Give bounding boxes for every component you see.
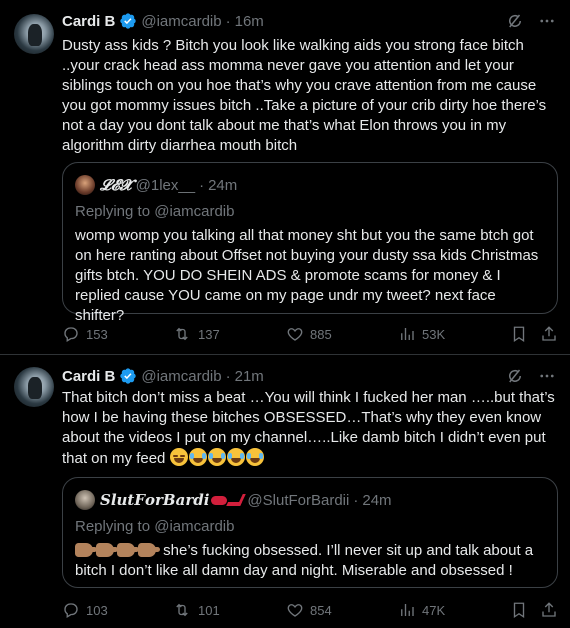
quote-timestamp: 24m	[362, 491, 392, 509]
pointing-hand-emoji	[96, 543, 118, 557]
quote-author-name: 𝑺𝒍𝒖𝒕𝑭𝒐𝒓𝑩𝒂𝒓𝒅𝒊	[100, 491, 210, 509]
tweet[interactable]: Cardi B @iamcardib · 21m That bitch don’…	[0, 355, 570, 628]
quote-text: womp womp you talking all that money sht…	[75, 227, 539, 324]
tweet-text: That bitch don’t miss a beat …You will t…	[62, 388, 558, 469]
like-count: 885	[310, 326, 332, 342]
reply-count: 153	[86, 326, 108, 342]
views-count: 47K	[422, 602, 446, 618]
tweet-text-content: That bitch don’t miss a beat …You will t…	[62, 389, 555, 467]
reply-count: 103	[86, 602, 108, 618]
more-icon[interactable]	[538, 12, 556, 30]
repost-button[interactable]: 101	[172, 600, 220, 620]
quoted-tweet[interactable]: 𝓛𝓔𝓧 @1lex__ · 24m Replying to @iamcardib…	[62, 162, 558, 324]
separator: ·	[225, 367, 231, 385]
grok-icon[interactable]	[506, 367, 524, 385]
like-icon	[287, 328, 303, 341]
pointing-hand-emoji	[117, 543, 139, 557]
tweet-top-actions	[506, 367, 556, 385]
share-icon[interactable]	[540, 601, 558, 619]
separator: ·	[199, 176, 205, 194]
views-button[interactable]: 47K	[398, 600, 445, 620]
emoji-laughing	[188, 448, 207, 466]
emoji-laughing	[207, 448, 226, 466]
author-name[interactable]: Cardi B	[62, 13, 115, 30]
replying-to: Replying to @iamcardib	[75, 203, 235, 220]
reply-button[interactable]: 103	[62, 600, 108, 620]
replying-to: Replying to @iamcardib	[75, 518, 235, 535]
quote-author-handle: @1lex__	[135, 176, 196, 194]
timestamp[interactable]: 16m	[235, 13, 264, 30]
separator: ·	[225, 12, 231, 30]
quote-text: she’s fucking obsessed. I’ll never sit u…	[75, 541, 545, 581]
tweet-actions: 103 101 854 47K	[62, 600, 558, 620]
pointing-hand-emoji	[75, 543, 97, 557]
quote-header: 𝓛𝓔𝓧 @1lex__ · 24m	[75, 175, 237, 195]
views-button[interactable]: 53K	[398, 324, 445, 344]
tweet-header: Cardi B @iamcardib · 21m	[62, 365, 264, 387]
like-icon	[287, 604, 303, 617]
bookmark-icon[interactable]	[510, 325, 528, 343]
emoji-persevering	[169, 448, 188, 466]
reply-icon	[64, 327, 78, 342]
emoji-laughing	[245, 448, 264, 466]
quote-avatar	[75, 175, 95, 195]
lips-emoji	[211, 495, 228, 505]
heel-emoji	[226, 494, 247, 506]
author-handle[interactable]: @iamcardib	[141, 368, 221, 385]
quote-author-name: 𝓛𝓔𝓧	[100, 176, 132, 194]
like-button[interactable]: 885	[286, 324, 332, 344]
quote-timestamp: 24m	[208, 176, 238, 194]
tweet-top-actions	[506, 12, 556, 30]
like-button[interactable]: 854	[286, 600, 332, 620]
like-count: 854	[310, 602, 332, 618]
pointing-hand-emoji	[138, 543, 160, 557]
more-icon[interactable]	[538, 367, 556, 385]
quote-author-handle: @SlutForBardii	[247, 491, 350, 509]
avatar[interactable]	[14, 14, 54, 54]
quote-avatar	[75, 490, 95, 510]
author-name[interactable]: Cardi B	[62, 368, 115, 385]
avatar[interactable]	[14, 367, 54, 407]
timestamp[interactable]: 21m	[235, 368, 264, 385]
views-count: 53K	[422, 326, 446, 342]
quoted-tweet[interactable]: 𝑺𝒍𝒖𝒕𝑭𝒐𝒓𝑩𝒂𝒓𝒅𝒊 @SlutForBardii · 24m Replyi…	[62, 477, 558, 588]
verified-badge-icon	[120, 368, 137, 384]
repost-count: 101	[198, 602, 220, 618]
repost-icon	[176, 603, 188, 617]
views-icon	[401, 604, 414, 616]
grok-icon[interactable]	[506, 12, 524, 30]
repost-count: 137	[198, 326, 220, 342]
tweet-actions: 153 137 885 53K	[62, 324, 558, 344]
verified-badge-icon	[120, 13, 137, 29]
repost-icon	[176, 327, 188, 341]
author-handle[interactable]: @iamcardib	[141, 13, 221, 30]
reply-icon	[64, 603, 78, 618]
tweet[interactable]: Cardi B @iamcardib · 16m Dusty ass kids …	[0, 0, 570, 354]
tweet-header: Cardi B @iamcardib · 16m	[62, 10, 264, 32]
quote-header: 𝑺𝒍𝒖𝒕𝑭𝒐𝒓𝑩𝒂𝒓𝒅𝒊 @SlutForBardii · 24m	[75, 490, 392, 510]
views-icon	[401, 328, 414, 340]
bookmark-icon[interactable]	[510, 601, 528, 619]
share-icon[interactable]	[540, 325, 558, 343]
separator: ·	[353, 491, 359, 509]
reply-button[interactable]: 153	[62, 324, 108, 344]
emoji-laughing	[226, 448, 245, 466]
tweet-text: Dusty ass kids ? Bitch you look like wal…	[62, 37, 547, 154]
repost-button[interactable]: 137	[172, 324, 220, 344]
